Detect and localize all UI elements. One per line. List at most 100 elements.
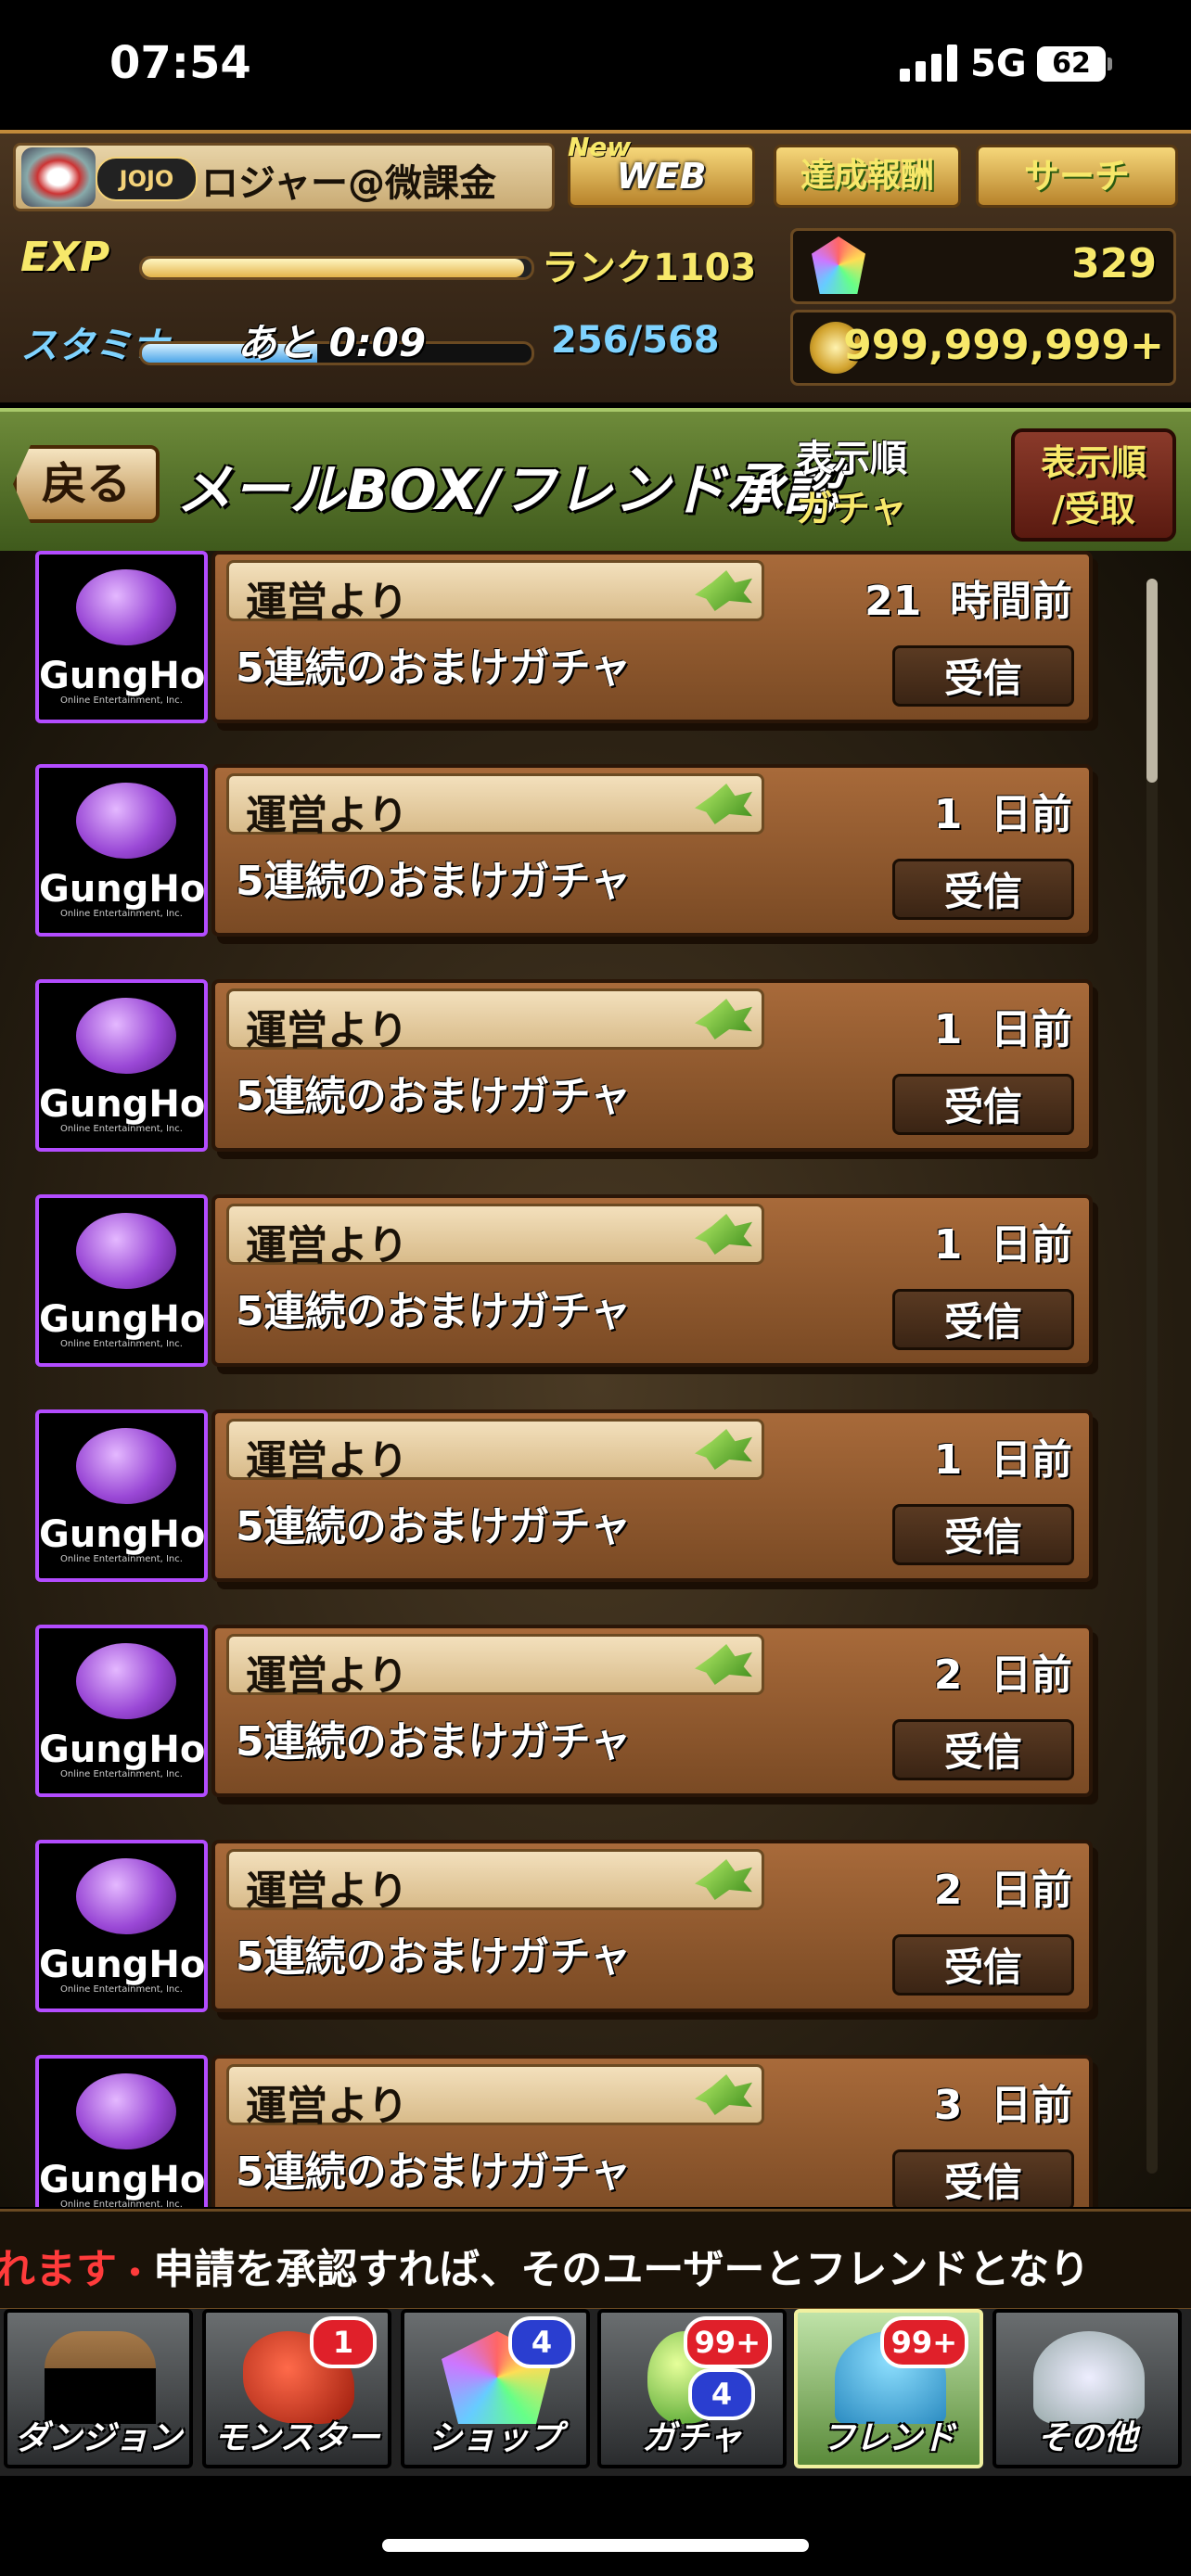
mail-subject: 5連続のおまけガチャ: [236, 1933, 632, 1981]
magic-stone-counter: 329: [790, 228, 1176, 304]
exp-fill: [142, 259, 524, 277]
list-item[interactable]: GungHo Online Entertainment, Inc. 運営より 3 日前…: [0, 2055, 1113, 2207]
notification-badge: 99+: [683, 2316, 772, 2368]
receive-button[interactable]: 受信: [892, 1504, 1074, 1565]
nav-item-6[interactable]: その他: [992, 2309, 1182, 2468]
coin-count: 999,999,999+: [843, 322, 1164, 369]
mail-card[interactable]: 運営より 1 日前 5連続のおまけガチャ 受信: [211, 1409, 1093, 1582]
mail-subject: 5連続のおまけガチャ: [236, 858, 632, 905]
sender-plate: 運営より: [226, 1419, 764, 1485]
list-item[interactable]: GungHo Online Entertainment, Inc. 運営より 1 日前…: [0, 1194, 1113, 1376]
sender-plate: 運営より: [226, 773, 764, 839]
profile-plate[interactable]: JOJO ロジャー@微課金: [13, 143, 555, 211]
mail-time: 2 日前: [933, 1651, 1072, 1699]
logo-subtext: Online Entertainment, Inc.: [60, 695, 183, 706]
logo-text: GungHo: [39, 1728, 206, 1771]
list-item[interactable]: GungHo Online Entertainment, Inc. 運営より 2 日前…: [0, 1840, 1113, 2021]
scrollbar-thumb[interactable]: [1146, 579, 1158, 783]
receive-button[interactable]: 受信: [892, 1289, 1074, 1350]
dragon-icon: [695, 999, 752, 1039]
logo-text: GungHo: [39, 868, 206, 911]
mail-time: 1 日前: [933, 1436, 1072, 1484]
sender-name: 運営より: [246, 1437, 409, 1485]
home-indicator[interactable]: [382, 2539, 809, 2552]
back-button[interactable]: 戻る: [13, 445, 160, 523]
receive-button[interactable]: 受信: [892, 1074, 1074, 1135]
sort-button[interactable]: 表示順 /受取: [1011, 428, 1176, 542]
list-item[interactable]: GungHo Online Entertainment, Inc. 運営より 2 日前…: [0, 1625, 1113, 1806]
logo-subtext: Online Entertainment, Inc.: [60, 909, 183, 919]
bottom-nav: ダンジョン モンスター 1 ショップ 4 ガチャ 99+ 4 フレンド 99+ その他: [0, 2309, 1191, 2476]
receive-button[interactable]: 受信: [892, 1934, 1074, 1996]
receive-button[interactable]: 受信: [892, 859, 1074, 920]
mail-card[interactable]: 運営より 2 日前 5連続のおまけガチャ 受信: [211, 1625, 1093, 1797]
sender-name: 運営より: [246, 2083, 409, 2130]
achievements-button[interactable]: 達成報酬: [774, 145, 961, 208]
logo-subtext: Online Entertainment, Inc.: [60, 1339, 183, 1349]
nav-item-4[interactable]: ガチャ 99+ 4: [597, 2309, 787, 2468]
logo-text: GungHo: [39, 1298, 206, 1341]
receive-button[interactable]: 受信: [892, 2149, 1074, 2207]
logo-subtext: Online Entertainment, Inc.: [60, 1124, 183, 1134]
ticker-text: 申請を承認すれば、そのユーザーとフレンドとなり: [153, 2246, 1091, 2293]
mail-card[interactable]: 運営より 3 日前 5連続のおまけガチャ 受信: [211, 2055, 1093, 2207]
logo-mark-icon: [76, 998, 176, 1074]
dragon-icon: [695, 1644, 752, 1685]
sender-plate: 運営より: [226, 560, 764, 626]
sender-plate: 運営より: [226, 2064, 764, 2130]
sender-name: 運営より: [246, 1868, 409, 1915]
mail-subject: 5連続のおまけガチャ: [236, 644, 632, 692]
nav-label: モンスター: [213, 2419, 380, 2457]
mail-card[interactable]: 運営より 1 日前 5連続のおまけガチャ 受信: [211, 1194, 1093, 1367]
list-item[interactable]: GungHo Online Entertainment, Inc. 運営より 21 時…: [0, 551, 1113, 733]
signal-icon: [900, 45, 957, 82]
notification-badge: 1: [310, 2316, 377, 2368]
notification-badge: 99+: [879, 2316, 968, 2368]
receive-button[interactable]: 受信: [892, 1719, 1074, 1780]
mail-subject: 5連続のおまけガチャ: [236, 2149, 632, 2196]
logo-mark-icon: [76, 1213, 176, 1289]
coin-counter: 999,999,999+: [790, 310, 1176, 386]
list-item[interactable]: GungHo Online Entertainment, Inc. 運営より 1 日前…: [0, 979, 1113, 1161]
logo-mark-icon: [76, 783, 176, 859]
scrollbar[interactable]: [1146, 579, 1158, 2174]
exp-bar: [139, 256, 534, 280]
list-item[interactable]: GungHo Online Entertainment, Inc. 運営より 1 日前…: [0, 1409, 1113, 1591]
nav-item-1[interactable]: ダンジョン: [4, 2309, 193, 2468]
gungho-logo: GungHo Online Entertainment, Inc.: [35, 2055, 208, 2207]
logo-subtext: Online Entertainment, Inc.: [60, 1554, 183, 1564]
logo-mark-icon: [76, 569, 176, 645]
dragon-icon: [695, 1214, 752, 1255]
list-item[interactable]: GungHo Online Entertainment, Inc. 運営より 1 日前…: [0, 764, 1113, 946]
mail-subject: 5連続のおまけガチャ: [236, 1718, 632, 1766]
mail-time: 1 日前: [933, 791, 1072, 838]
gungho-logo: GungHo Online Entertainment, Inc.: [35, 1840, 208, 2012]
mail-time: 3 日前: [933, 2082, 1072, 2129]
player-panel: JOJO ロジャー@微課金 WEB New 達成報酬 サーチ EXP ランク11…: [0, 130, 1191, 402]
ticker-dot: •: [117, 2255, 154, 2290]
logo-subtext: Online Entertainment, Inc.: [60, 1769, 183, 1779]
mail-list[interactable]: GungHo Online Entertainment, Inc. 運営より 21 時…: [0, 551, 1191, 2207]
mail-subject: 5連続のおまけガチャ: [236, 1503, 632, 1550]
dragon-icon: [695, 1429, 752, 1470]
search-button[interactable]: サーチ: [976, 145, 1178, 208]
mail-card[interactable]: 運営より 1 日前 5連続のおまけガチャ 受信: [211, 979, 1093, 1152]
notification-badge: 4: [508, 2316, 575, 2368]
mail-card[interactable]: 運営より 2 日前 5連続のおまけガチャ 受信: [211, 1840, 1093, 2012]
sort-value: ガチャ: [796, 488, 907, 530]
dragon-icon: [695, 570, 752, 611]
receive-button[interactable]: 受信: [892, 645, 1074, 707]
nav-item-3[interactable]: ショップ 4: [401, 2309, 590, 2468]
dragon-icon: [695, 2074, 752, 2115]
dragon-icon: [695, 784, 752, 824]
page-title: メールBOX/フレンド承認: [176, 458, 840, 523]
mail-card[interactable]: 運営より 1 日前 5連続のおまけガチャ 受信: [211, 764, 1093, 937]
nav-item-2[interactable]: モンスター 1: [202, 2309, 391, 2468]
avatar: [21, 147, 96, 207]
sort-label: 表示順: [796, 438, 907, 480]
sender-plate: 運営より: [226, 1204, 764, 1269]
nav-item-5[interactable]: フレンド 99+: [794, 2309, 983, 2468]
mail-card[interactable]: 運営より 21 時間前 5連続のおまけガチャ 受信: [211, 551, 1093, 723]
magic-stone-icon: [812, 236, 865, 294]
mail-subject: 5連続のおまけガチャ: [236, 1073, 632, 1120]
